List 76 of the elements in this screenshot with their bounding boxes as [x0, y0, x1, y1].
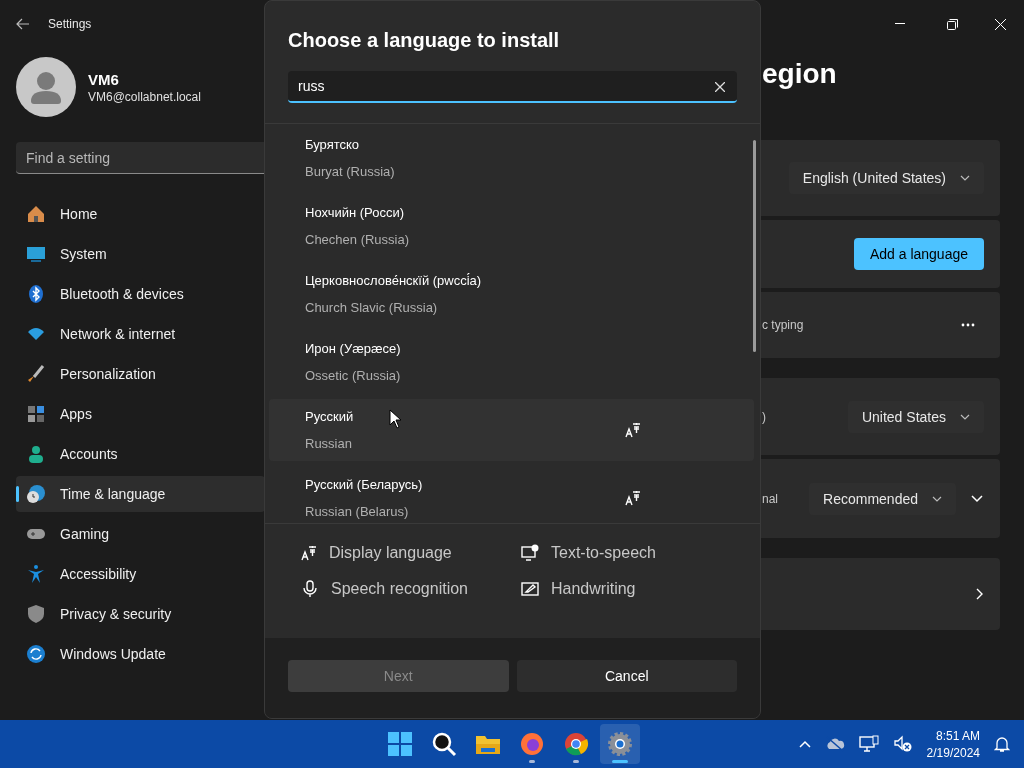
window-title: Settings	[48, 17, 92, 31]
home-icon	[26, 204, 46, 224]
language-item[interactable]: Церковнослове́нскїй (рwссі́а) Church Slavic (Russia)	[269, 263, 754, 325]
dropdown[interactable]: English (United States)	[788, 162, 984, 194]
restore-icon	[946, 18, 958, 30]
sidebar-item[interactable]: Accessibility	[16, 556, 265, 592]
display-language-icon	[625, 422, 641, 438]
display-language-icon	[301, 545, 317, 561]
chrome-icon	[563, 731, 589, 757]
sidebar-item[interactable]: Apps	[16, 396, 265, 432]
bluetooth-icon	[26, 284, 46, 304]
chevron-down-icon	[960, 173, 970, 183]
minimize-icon	[895, 23, 905, 25]
feature-label: Handwriting	[551, 580, 636, 598]
shield-icon	[26, 604, 46, 624]
dropdown[interactable]: United States	[847, 400, 984, 433]
language-item[interactable]: Бурятско Buryat (Russia)	[269, 127, 754, 189]
language-item[interactable]: Русский (Беларусь) Russian (Belarus)	[269, 467, 754, 523]
avatar	[16, 57, 76, 117]
firefox-icon	[519, 731, 545, 757]
account-email: VM6@collabnet.local	[88, 89, 201, 104]
sidebar-item[interactable]: Accounts	[16, 436, 265, 472]
time-icon	[26, 484, 46, 504]
sidebar-item[interactable]: Privacy & security	[16, 596, 265, 632]
sidebar-item[interactable]: Windows Update	[16, 636, 265, 672]
accessibility-icon	[26, 564, 46, 584]
cloud-off-icon[interactable]	[824, 736, 845, 752]
feature-label: Text-to-speech	[551, 544, 656, 562]
page-title: egion	[761, 58, 838, 91]
sidebar-item[interactable]: Gaming	[16, 516, 265, 552]
card-text: nal	[762, 491, 778, 506]
chevron-right-icon	[974, 587, 984, 601]
accounts-icon	[26, 444, 46, 464]
sidebar-item[interactable]: Personalization	[16, 356, 265, 392]
feature-label: Speech recognition	[331, 580, 468, 598]
monitor-speech-icon	[521, 544, 539, 562]
gear-icon	[607, 731, 633, 757]
clock-time[interactable]: 8:51 AM	[935, 728, 980, 743]
clock-date[interactable]: 2/19/2024	[926, 745, 980, 760]
more-icon	[961, 323, 975, 327]
search-field[interactable]: Find a setting	[16, 142, 265, 174]
dialog-title: Choose a language to install	[287, 28, 561, 53]
account-name: VM6	[88, 70, 120, 88]
update-icon	[26, 644, 46, 664]
network-icon[interactable]	[858, 735, 879, 753]
language-search-field[interactable]: russ	[288, 71, 737, 103]
caret-up-icon[interactable]	[798, 740, 811, 748]
windows-logo-icon	[387, 731, 413, 757]
mouse-pointer-icon	[389, 409, 401, 429]
brush-icon	[26, 364, 46, 384]
card-text: c typing	[762, 318, 804, 332]
volume-muted-icon[interactable]	[892, 735, 913, 753]
scrollbar[interactable]	[753, 140, 756, 352]
language-item[interactable]: Русский Russian	[269, 399, 754, 461]
search-icon	[431, 731, 457, 757]
display-language-icon	[625, 490, 641, 506]
back-arrow-icon[interactable]	[16, 18, 30, 30]
add-language-button[interactable]: Add a language	[853, 238, 984, 270]
clear-icon[interactable]	[715, 82, 725, 92]
sidebar-item[interactable]: Network & internet	[16, 316, 265, 352]
pen-tablet-icon	[521, 580, 539, 598]
sidebar-item[interactable]: Home	[16, 196, 265, 232]
dialog-button[interactable]: Cancel	[516, 660, 737, 692]
close-icon	[994, 18, 1006, 30]
sidebar-item[interactable]: Time & language	[16, 476, 265, 512]
system-icon	[26, 244, 46, 264]
card-text: )	[762, 409, 766, 424]
microphone-icon	[301, 580, 319, 598]
sidebar-item[interactable]: System	[16, 236, 265, 272]
apps-icon	[26, 404, 46, 424]
language-item[interactable]: Ирон (Уæрæсе) Ossetic (Russia)	[269, 331, 754, 393]
sidebar-item[interactable]: Bluetooth & devices	[16, 276, 265, 312]
feature-label: Display language	[329, 544, 452, 562]
language-item[interactable]: Нохчийн (Росси) Chechen (Russia)	[269, 195, 754, 257]
dropdown[interactable]: Recommended	[809, 482, 956, 515]
bell-icon[interactable]	[994, 735, 1010, 753]
